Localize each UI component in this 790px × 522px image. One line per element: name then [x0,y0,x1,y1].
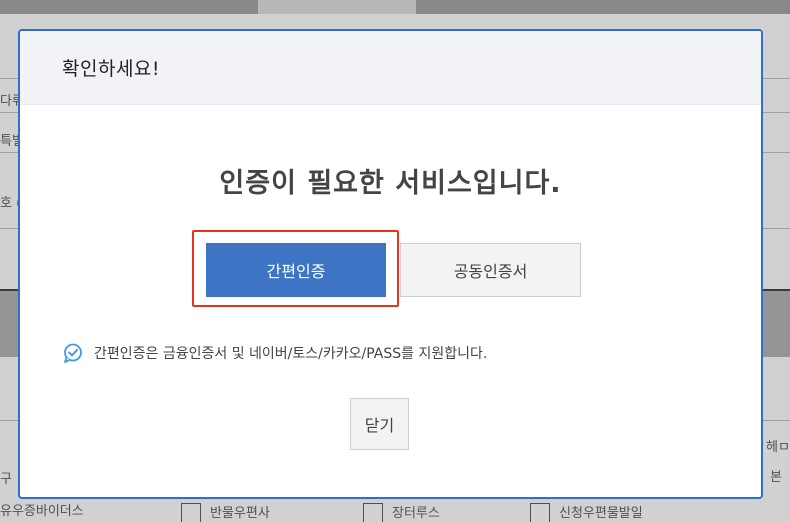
close-button[interactable]: 닫기 [350,398,409,450]
certificate-auth-button[interactable]: 공동인증서 [400,243,581,297]
info-message: 간편인증은 금융인증서 및 네이버/토스/카카오/PASS를 지원합니다. [62,342,487,364]
simple-auth-button[interactable]: 간편인증 [206,243,386,297]
modal-title: 확인하세요! [62,58,161,80]
chat-check-icon [64,343,82,363]
info-text: 간편인증은 금융인증서 및 네이버/토스/카카오/PASS를 지원합니다. [94,346,488,362]
confirm-modal: 확인하세요! 인증이 필요한 서비스입니다. 간편인증 공동인증서 간편인증은 … [18,29,763,499]
modal-headline: 인증이 필요한 서비스입니다. [219,168,562,199]
modal-header: 확인하세요! [20,31,761,105]
